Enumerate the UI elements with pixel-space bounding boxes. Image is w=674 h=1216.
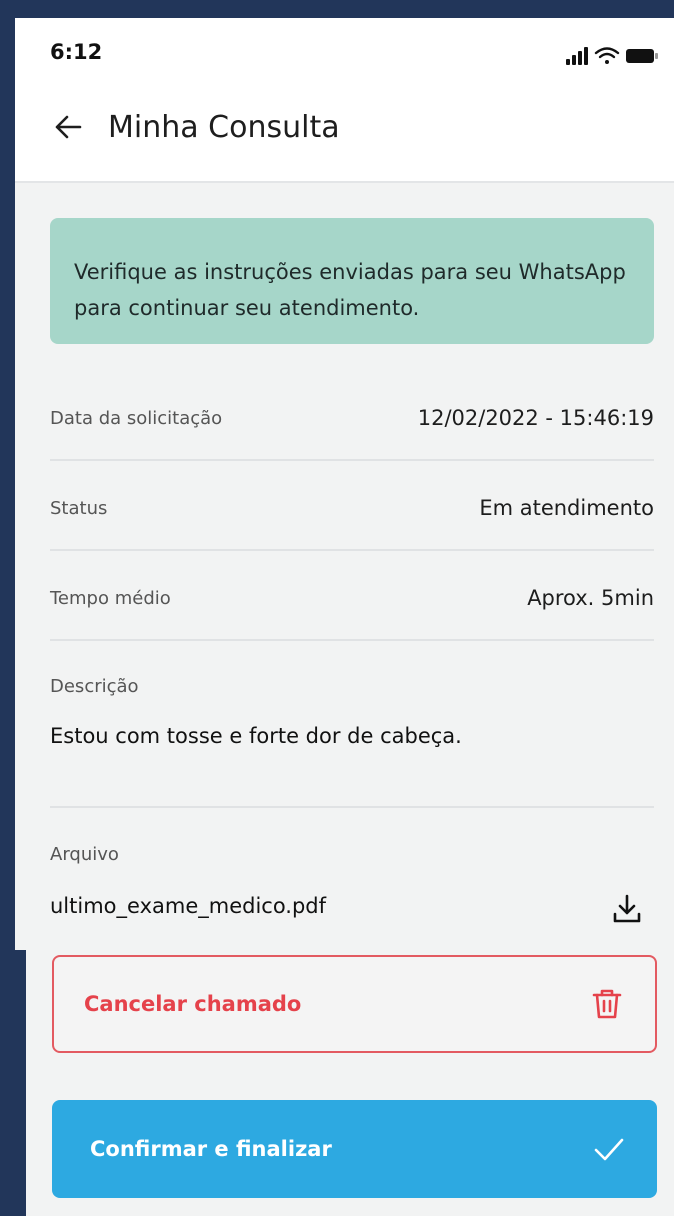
status-icons [566, 47, 658, 65]
whatsapp-instructions-banner: Verifique as instruções enviadas para se… [50, 218, 654, 344]
page-title: Minha Consulta [108, 109, 340, 145]
file-label-row: Arquivo [50, 836, 654, 872]
arrow-left-icon[interactable] [50, 109, 86, 145]
status-value: Em atendimento [479, 496, 654, 520]
app-header: Minha Consulta [50, 104, 340, 150]
average-time-value: Aprox. 5min [527, 586, 654, 610]
average-time-row: Tempo médio Aprox. 5min [50, 578, 654, 618]
date-row: Data da solicitação 12/02/2022 - 15:46:1… [50, 398, 654, 438]
divider [50, 459, 654, 461]
check-icon [594, 1138, 624, 1161]
status-time: 6:12 [50, 40, 103, 64]
date-value: 12/02/2022 - 15:46:19 [417, 406, 654, 430]
cancel-button-label: Cancelar chamado [84, 992, 302, 1016]
battery-icon [626, 49, 658, 63]
description-label-row: Descrição [50, 668, 654, 704]
confirm-finish-button[interactable]: Confirmar e finalizar [52, 1100, 657, 1198]
confirm-button-label: Confirmar e finalizar [90, 1137, 332, 1161]
divider [50, 639, 654, 641]
divider [50, 806, 654, 808]
trash-icon [592, 989, 622, 1019]
date-label: Data da solicitação [50, 407, 223, 429]
average-time-label: Tempo médio [50, 587, 171, 609]
signal-icon [566, 47, 588, 65]
wifi-icon [594, 47, 620, 64]
status-row: Status Em atendimento [50, 488, 654, 528]
file-name[interactable]: ultimo_exame_medico.pdf [50, 894, 326, 918]
status-label: Status [50, 497, 108, 519]
cancel-request-button[interactable]: Cancelar chamado [52, 955, 657, 1053]
description-label: Descrição [50, 675, 139, 697]
download-icon[interactable] [611, 893, 643, 925]
file-label: Arquivo [50, 843, 119, 865]
phone-header-area [15, 18, 674, 183]
description-value: Estou com tosse e forte dor de cabeça. [50, 724, 462, 748]
divider [50, 549, 654, 551]
